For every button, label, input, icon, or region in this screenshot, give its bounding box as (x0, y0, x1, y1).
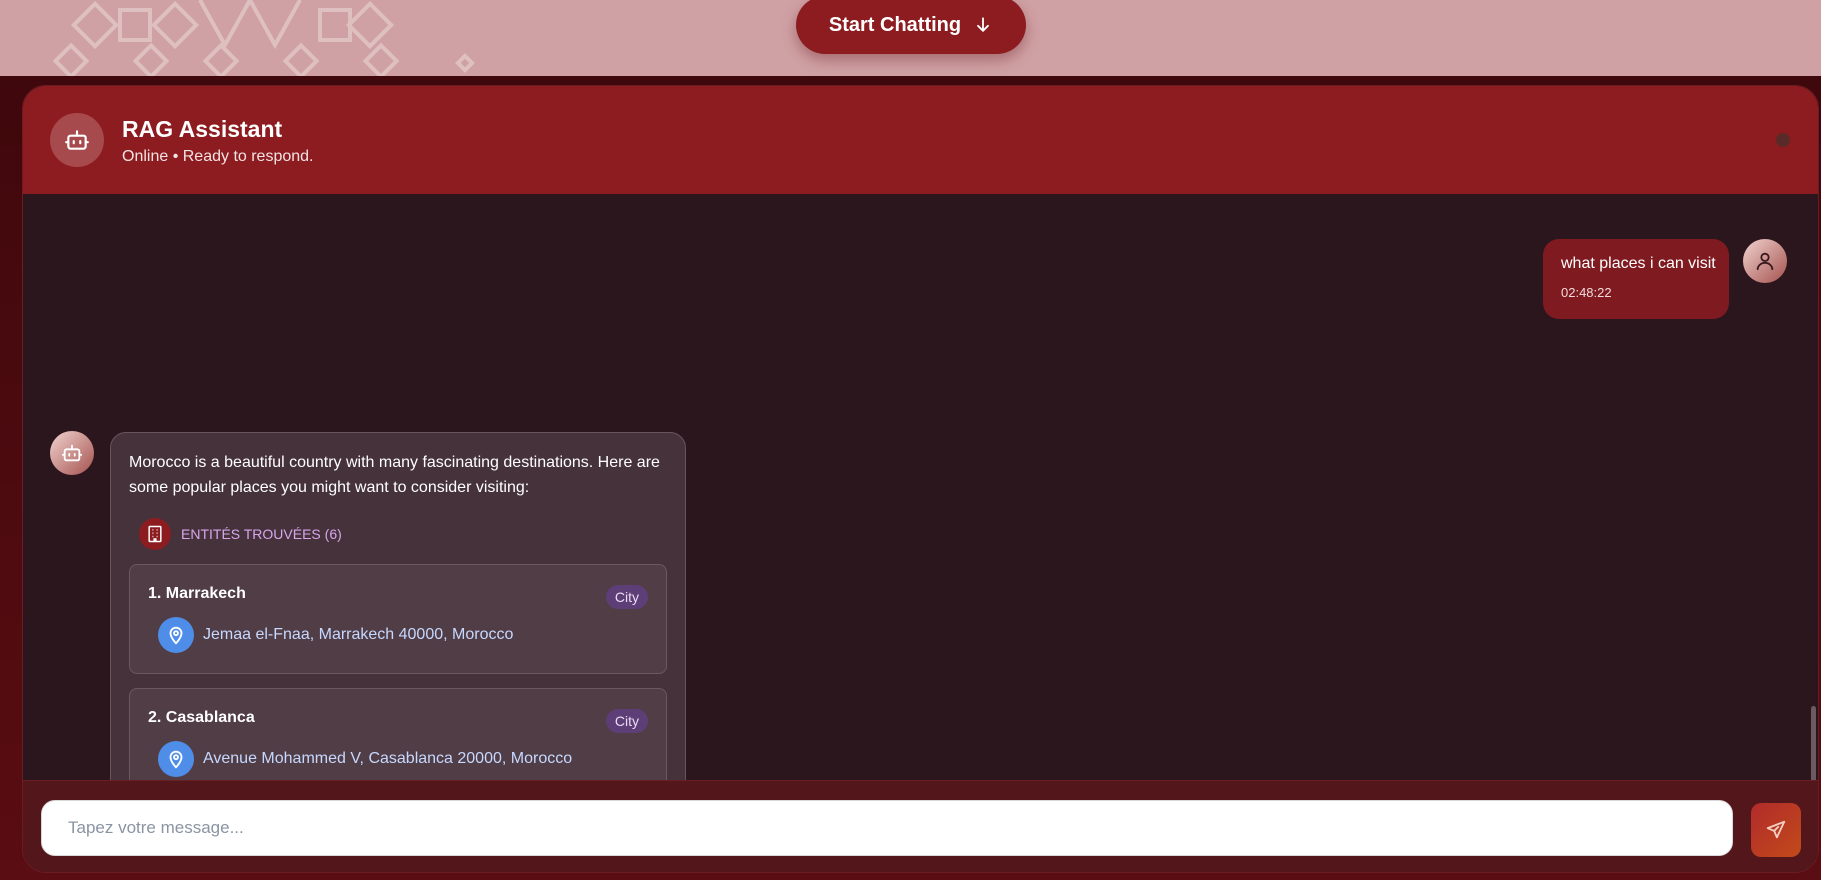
message-input[interactable] (41, 800, 1733, 856)
entity-name: 2. Casablanca (148, 709, 255, 726)
chat-panel: RAG Assistant Online • Ready to respond.… (22, 85, 1819, 873)
location-pin-icon (158, 741, 194, 777)
entity-address: Jemaa el-Fnaa, Marrakech 40000, Morocco (158, 617, 648, 653)
start-chatting-button[interactable]: Start Chatting (796, 0, 1026, 54)
user-message: what places i can visit 02:48:22 (1543, 239, 1729, 319)
assistant-avatar (50, 113, 104, 167)
assistant-status: Online • Ready to respond. (122, 148, 314, 165)
entity-card[interactable]: 2. Casablanca City Avenue Mohammed V, Ca… (129, 688, 667, 780)
bot-icon (61, 444, 83, 462)
hero-banner: Start Chatting (0, 0, 1821, 76)
assistant-message-avatar (50, 431, 94, 475)
send-button[interactable] (1751, 803, 1801, 857)
decorative-pattern (52, 0, 475, 76)
assistant-name: RAG Assistant (122, 116, 283, 142)
entity-name: 1. Marrakech (148, 585, 246, 602)
user-icon (1756, 252, 1774, 271)
arrow-down-icon (977, 17, 990, 32)
entities-header: ENTITÉS TROUVÉES (6) (139, 518, 667, 550)
entity-address-text: Avenue Mohammed V, Casablanca 20000, Mor… (203, 750, 573, 767)
entity-type-badge: City (605, 709, 648, 733)
message-list[interactable]: what places i can visit 02:48:22 Morocco… (23, 194, 1818, 780)
send-icon (1766, 820, 1786, 839)
building-icon (139, 518, 171, 550)
entity-type-badge: City (605, 585, 648, 609)
entity-address-text: Jemaa el-Fnaa, Marrakech 40000, Morocco (203, 626, 514, 643)
user-message-text: what places i can visit (1561, 255, 1716, 272)
entity-card[interactable]: 1. Marrakech City Jemaa el-Fnaa, Marrake… (129, 564, 667, 674)
entities-count-label: ENTITÉS TROUVÉES (6) (181, 526, 342, 542)
bot-icon (65, 130, 89, 150)
location-pin-icon (158, 617, 194, 653)
assistant-message: Morocco is a beautiful country with many… (110, 432, 686, 780)
scrollbar-thumb[interactable] (1811, 706, 1816, 780)
composer (23, 780, 1818, 872)
chat-header: RAG Assistant Online • Ready to respond. (23, 86, 1818, 194)
start-chatting-label: Start Chatting (828, 13, 962, 36)
assistant-message-text: Morocco is a beautiful country with many… (129, 454, 660, 496)
user-avatar (1743, 239, 1787, 283)
entity-address: Avenue Mohammed V, Casablanca 20000, Mor… (158, 741, 648, 777)
status-indicator (1776, 133, 1790, 147)
user-message-time: 02:48:22 (1561, 285, 1612, 300)
